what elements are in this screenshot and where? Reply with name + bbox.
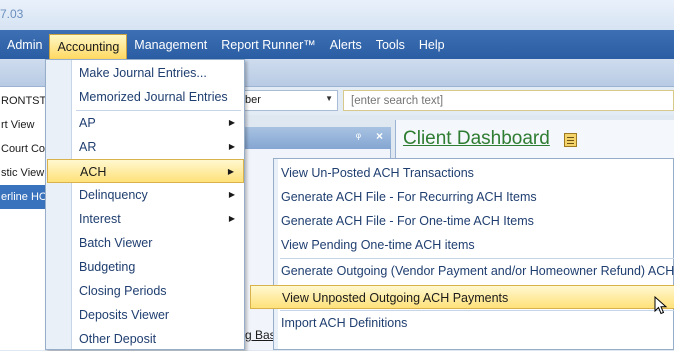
menu-item-budgeting[interactable]: Budgeting xyxy=(47,255,244,279)
client-list: RONTSTE rt View Court Cor stic View erli… xyxy=(0,87,48,350)
menu-report-runner[interactable]: Report Runner™ xyxy=(214,34,323,56)
client-list-item[interactable]: rt View xyxy=(0,113,48,137)
menu-item-import-ach-definitions[interactable]: Import ACH Definitions xyxy=(275,311,674,335)
menu-item-closing-periods[interactable]: Closing Periods xyxy=(47,279,244,303)
client-list-item[interactable]: stic View xyxy=(0,161,48,185)
menu-accounting[interactable]: Accounting xyxy=(49,33,128,61)
submenu-arrow-icon: ▶ xyxy=(228,118,235,127)
accounting-menu: Make Journal Entries... Memorized Journa… xyxy=(45,59,245,350)
menu-alerts[interactable]: Alerts xyxy=(323,34,369,56)
menu-item-view-unposted-ach-transactions[interactable]: View Un-Posted ACH Transactions xyxy=(275,161,674,185)
menu-item-label: Delinquency xyxy=(79,188,148,202)
menu-item-generate-ach-one-time[interactable]: Generate ACH File - For One-time ACH Ite… xyxy=(275,209,674,233)
menu-tools[interactable]: Tools xyxy=(369,34,412,56)
submenu-arrow-icon: ▶ xyxy=(228,142,235,151)
client-list-item[interactable]: Court Cor xyxy=(0,137,48,161)
menu-item-label: Memorized Journal Entries xyxy=(79,90,228,104)
menu-item-other-deposit[interactable]: Other Deposit xyxy=(47,327,244,351)
filter-dropdown-value: ber xyxy=(245,94,261,106)
menu-item-view-pending-one-time-ach[interactable]: View Pending One-time ACH items xyxy=(275,233,674,257)
menu-item-label: ACH xyxy=(80,165,107,179)
menu-item-label: Batch Viewer xyxy=(79,236,153,250)
title-bar: 7.03 xyxy=(0,0,674,30)
search-input[interactable] xyxy=(343,90,674,111)
client-list-item-selected[interactable]: erline HOA xyxy=(0,185,48,209)
menu-item-ach[interactable]: ACH ▶ xyxy=(47,159,244,183)
menu-item-label: Closing Periods xyxy=(79,284,167,298)
menu-item-memorized-journal-entries[interactable]: Memorized Journal Entries xyxy=(47,85,244,109)
menu-item-label: AP xyxy=(79,116,96,130)
panel-header: ᵠ × xyxy=(245,127,391,149)
chevron-down-icon: ▼ xyxy=(325,94,333,103)
menu-help[interactable]: Help xyxy=(412,34,452,56)
menu-management[interactable]: Management xyxy=(127,34,214,56)
close-icon[interactable]: × xyxy=(376,129,383,143)
menu-item-make-journal-entries[interactable]: Make Journal Entries... xyxy=(47,61,244,85)
menu-item-label: Make Journal Entries... xyxy=(79,66,207,80)
menu-admin[interactable]: Admin xyxy=(0,34,49,56)
submenu-arrow-icon: ▶ xyxy=(227,167,234,176)
menu-item-view-unposted-outgoing-ach[interactable]: View Unposted Outgoing ACH Payments xyxy=(250,285,674,309)
submenu-arrow-icon: ▶ xyxy=(228,190,235,199)
menu-item-label: AR xyxy=(79,140,97,154)
menu-item-delinquency[interactable]: Delinquency ▶ xyxy=(47,183,244,207)
menu-bar: Admin Accounting Management Report Runne… xyxy=(0,30,674,61)
menu-item-batch-viewer[interactable]: Batch Viewer xyxy=(47,231,244,255)
client-list-item[interactable]: RONTSTE xyxy=(0,89,48,113)
ach-submenu: View Un-Posted ACH Transactions Generate… xyxy=(250,158,674,350)
menu-item-label: Deposits Viewer xyxy=(79,308,170,322)
clipboard-icon[interactable] xyxy=(564,133,577,147)
menu-item-label: Other Deposit xyxy=(79,332,157,346)
menu-item-deposits-viewer[interactable]: Deposits Viewer xyxy=(47,303,244,327)
window-title: 7.03 xyxy=(0,7,24,21)
filter-dropdown[interactable]: ber ▼ xyxy=(240,90,338,111)
menu-item-ar[interactable]: AR ▶ xyxy=(47,135,244,159)
mouse-cursor-icon xyxy=(654,296,668,315)
menu-item-generate-outgoing-ach[interactable]: Generate Outgoing (Vendor Payment and/or… xyxy=(275,259,674,283)
submenu-arrow-icon: ▶ xyxy=(228,214,235,223)
dashboard-title[interactable]: Client Dashboard xyxy=(403,128,550,150)
pin-icon[interactable]: ᵠ xyxy=(356,130,361,144)
menu-item-ap[interactable]: AP ▶ xyxy=(47,111,244,135)
menu-item-label: Interest xyxy=(79,212,121,226)
menu-item-interest[interactable]: Interest ▶ xyxy=(47,207,244,231)
menu-item-label: Budgeting xyxy=(79,260,136,274)
menu-item-generate-ach-recurring[interactable]: Generate ACH File - For Recurring ACH It… xyxy=(275,185,674,209)
